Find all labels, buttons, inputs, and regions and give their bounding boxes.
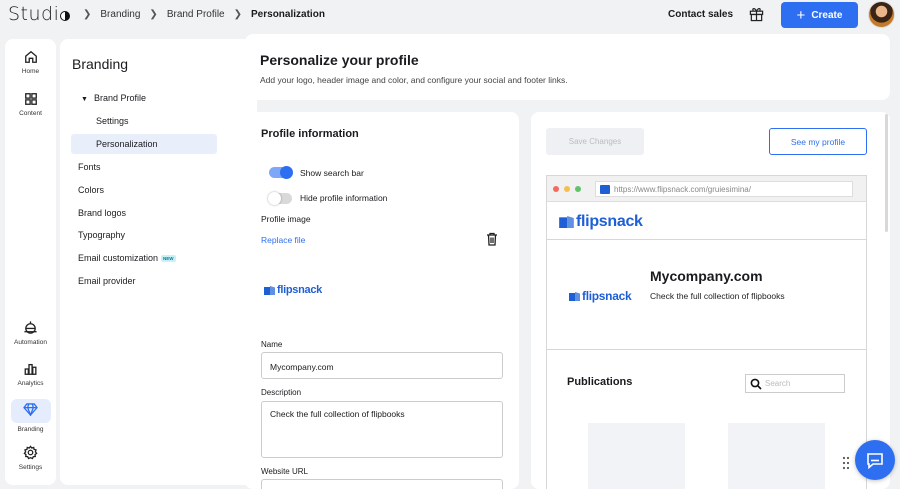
trash-icon[interactable]: [486, 232, 498, 246]
preview-company-description: Check the full collection of flipbooks: [650, 291, 785, 301]
window-maximize-dot: [575, 186, 581, 192]
create-button[interactable]: + Create: [781, 2, 858, 28]
rail-item-settings[interactable]: Settings: [5, 445, 56, 471]
flipsnack-logo-mark: [264, 285, 275, 295]
section-title: Profile information: [261, 128, 359, 140]
menu-item-settings[interactable]: Settings: [96, 116, 129, 126]
publication-thumbnail[interactable]: [728, 423, 825, 489]
page-title: Personalize your profile: [260, 52, 419, 68]
browser-preview: https://www.flipsnack.com/gruiesimina/ f…: [546, 175, 867, 489]
browser-bar: https://www.flipsnack.com/gruiesimina/: [547, 176, 866, 202]
new-badge: NEW: [161, 255, 176, 262]
name-input[interactable]: Mycompany.com: [261, 352, 503, 379]
preview-header-logo: flipsnack: [559, 213, 643, 231]
publications-heading: Publications: [567, 376, 633, 388]
show-search-toggle[interactable]: [269, 166, 293, 179]
avatar[interactable]: [868, 1, 895, 28]
breadcrumb-item-current: Personalization: [251, 9, 325, 20]
url-bar: https://www.flipsnack.com/gruiesimina/: [595, 181, 853, 197]
caret-down-icon: ▼: [81, 96, 88, 103]
description-label: Description: [261, 388, 302, 397]
preview-profile-logo: flipsnack: [569, 289, 632, 303]
preview-search-input[interactable]: Search: [745, 374, 845, 393]
chevron-right-icon: ❯: [83, 9, 92, 20]
menu-item-fonts[interactable]: Fonts: [78, 162, 101, 172]
home-icon: [24, 50, 37, 63]
search-icon: [750, 378, 762, 390]
profile-logo: flipsnack: [264, 284, 322, 296]
chevron-right-icon: ❯: [149, 9, 158, 20]
rail-item-automation[interactable]: Automation: [5, 320, 56, 346]
profile-image-label: Profile image: [261, 214, 311, 224]
profile-form: Profile information Show search bar Hide…: [245, 112, 519, 489]
rail-item-home[interactable]: Home: [5, 50, 56, 75]
replace-file-link[interactable]: Replace file: [261, 235, 305, 245]
contact-sales-link[interactable]: Contact sales: [668, 9, 733, 20]
menu-item-colors[interactable]: Colors: [78, 185, 104, 195]
menu-item-email-customization[interactable]: Email customization NEW: [78, 253, 176, 263]
logo-dot: [60, 11, 71, 21]
chat-icon: [867, 452, 883, 469]
description-textarea[interactable]: Check the full collection of flipbooks: [261, 401, 503, 458]
rail-item-branding[interactable]: Branding: [5, 399, 56, 433]
show-search-label: Show search bar: [300, 168, 364, 178]
menu-group-brand-profile[interactable]: ▼ Brand Profile: [81, 93, 146, 103]
website-url-input[interactable]: [261, 479, 503, 489]
nav-rail: Home Content Automation Analytics Brandi…: [5, 39, 56, 485]
flipsnack-logo-mark: [559, 216, 574, 228]
page-subtitle: Add your logo, header image and color, a…: [260, 75, 568, 85]
name-label: Name: [261, 340, 283, 349]
drag-handle-icon[interactable]: [842, 456, 850, 470]
save-changes-button[interactable]: Save Changes: [546, 128, 644, 155]
toggle-knob: [280, 166, 293, 179]
see-my-profile-button[interactable]: See my profile: [769, 128, 867, 155]
plus-icon: +: [796, 6, 806, 24]
breadcrumb: ❯ Branding ❯ Brand Profile ❯ Personaliza…: [74, 9, 325, 20]
branding-menu: Branding ▼ Brand Profile Settings Persona…: [60, 39, 257, 485]
website-url-label: Website URL: [261, 467, 308, 476]
app-logo[interactable]: Studi: [8, 3, 71, 25]
menu-item-typography[interactable]: Typography: [78, 230, 125, 240]
menu-item-personalization[interactable]: Personalization: [96, 139, 158, 149]
divider: [547, 349, 866, 350]
rail-item-analytics[interactable]: Analytics: [5, 362, 56, 387]
gear-icon: [23, 445, 38, 460]
breadcrumb-item-brand-profile[interactable]: Brand Profile: [167, 9, 225, 20]
preview-company-name: Mycompany.com: [650, 268, 763, 284]
toggle-knob: [268, 192, 281, 205]
favicon-icon: [600, 185, 610, 194]
divider: [547, 239, 866, 240]
scrollbar[interactable]: [885, 114, 888, 232]
grid-icon: [24, 93, 37, 105]
menu-item-email-provider[interactable]: Email provider: [78, 276, 136, 286]
publication-thumbnail[interactable]: [588, 423, 685, 489]
menu-title: Branding: [72, 56, 129, 72]
robot-icon: [24, 321, 37, 334]
diamond-icon: [23, 402, 38, 416]
hide-profile-toggle[interactable]: [268, 192, 292, 205]
gift-icon[interactable]: [749, 6, 764, 22]
rail-item-active-bg: [10, 399, 51, 423]
rail-item-content[interactable]: Content: [5, 92, 56, 117]
breadcrumb-item-branding[interactable]: Branding: [100, 9, 140, 20]
chat-button[interactable]: [855, 440, 895, 480]
top-bar: Studi ❯ Branding ❯ Brand Profile ❯ Perso…: [0, 0, 900, 30]
chevron-right-icon: ❯: [233, 9, 243, 20]
flipsnack-logo-mark: [569, 291, 580, 301]
profile-preview: Save Changes See my profile https://www.…: [531, 112, 890, 489]
menu-item-brand-logos[interactable]: Brand logos: [78, 208, 126, 218]
page-header: Personalize your profile Add your logo, …: [245, 34, 890, 100]
window-close-dot: [553, 186, 559, 192]
window-minimize-dot: [564, 186, 570, 192]
hide-profile-label: Hide profile information: [300, 193, 388, 203]
bar-chart-icon: [24, 363, 37, 375]
